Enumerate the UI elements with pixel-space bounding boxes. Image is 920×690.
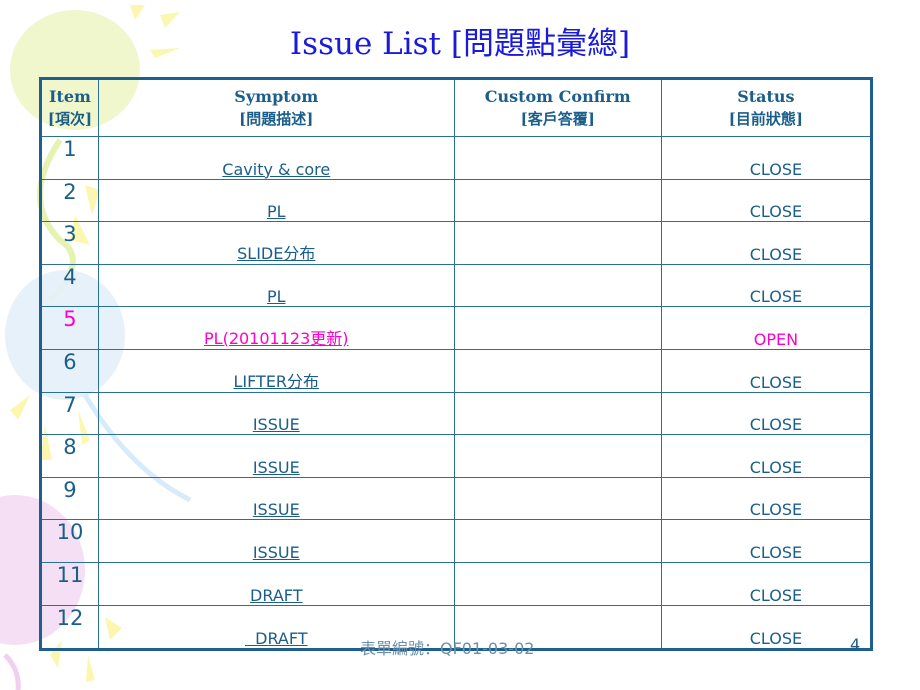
status-cell: CLOSE — [660, 476, 873, 521]
symptom-link[interactable]: ISSUE — [253, 543, 300, 562]
status-cell: CLOSE — [660, 561, 873, 606]
item-number: 8 — [40, 434, 99, 478]
custom-confirm-cell — [453, 434, 662, 478]
status-cell: CLOSE — [660, 604, 873, 651]
symptom-cell: SLIDE分布 — [97, 221, 455, 265]
item-number: 2 — [40, 178, 99, 223]
custom-confirm-cell — [453, 136, 662, 180]
header-symptom: Symptom [問題描述] — [97, 78, 455, 137]
item-number: 7 — [40, 391, 99, 436]
custom-confirm-cell — [453, 348, 662, 393]
table-row: 1 Cavity & core CLOSE — [40, 136, 873, 180]
header-item-sub: [項次] — [47, 110, 93, 128]
status-cell: CLOSE — [660, 221, 873, 265]
symptom-cell: ISSUE — [97, 391, 455, 436]
item-number: 9 — [40, 476, 99, 521]
symptom-link[interactable]: Cavity & core — [222, 160, 330, 179]
status-cell: CLOSE — [660, 263, 873, 308]
symptom-cell: Cavity & core — [97, 136, 455, 180]
header-symptom-sub: [問題描述] — [239, 110, 314, 128]
symptom-cell: ISSUE — [97, 476, 455, 521]
status-cell: CLOSE — [660, 391, 873, 436]
symptom-link[interactable]: LIFTER分布 — [233, 372, 319, 391]
custom-confirm-cell — [453, 561, 662, 606]
item-number: 1 — [40, 136, 99, 180]
table-row: 9 ISSUE CLOSE — [40, 476, 873, 521]
symptom-link[interactable]: PL — [267, 287, 286, 306]
symptom-cell: LIFTER分布 — [97, 348, 455, 393]
symptom-link[interactable]: ISSUE — [253, 458, 300, 477]
status-badge: CLOSE — [749, 585, 803, 605]
item-number: 6 — [40, 348, 99, 393]
page-number: 4 — [850, 635, 861, 654]
header-status-label: Status — [737, 87, 795, 106]
custom-confirm-cell — [453, 476, 662, 521]
symptom-link[interactable]: SLIDE分布 — [237, 244, 315, 263]
custom-confirm-cell — [453, 178, 662, 223]
status-cell: CLOSE — [660, 434, 873, 478]
symptom-cell: PL — [97, 263, 455, 308]
custom-confirm-cell — [453, 221, 662, 265]
symptom-link[interactable]: PL(20101123更新) — [204, 329, 349, 348]
status-badge: CLOSE — [749, 415, 803, 435]
item-number: 5 — [40, 306, 99, 350]
header-item-label: Item — [48, 87, 91, 106]
status-badge: CLOSE — [749, 500, 803, 520]
table-row: 3 SLIDE分布 CLOSE — [40, 221, 873, 265]
custom-confirm-cell — [453, 391, 662, 436]
item-number: 12 — [40, 604, 99, 651]
header-confirm-label: Custom Confirm — [484, 87, 631, 106]
custom-confirm-cell — [453, 263, 662, 308]
header-status: Status [目前狀態] — [660, 78, 873, 137]
table-row: 6 LIFTER分布 CLOSE — [40, 348, 873, 393]
symptom-link[interactable]: ISSUE — [253, 415, 300, 434]
table-header-row: Item [項次] Symptom [問題描述] Custom Confirm [客戶… — [40, 78, 873, 137]
table-row: 4 PL CLOSE — [40, 263, 873, 308]
symptom-link[interactable]: DRAFT — [245, 629, 307, 648]
item-number: 10 — [40, 519, 99, 563]
table-row: 11 DRAFT CLOSE — [40, 561, 873, 606]
form-code: 表單編號：QF01-03-02 — [360, 639, 535, 658]
symptom-cell: ISSUE — [97, 519, 455, 563]
table-row: 2 PL CLOSE — [40, 178, 873, 223]
table-row: 8 ISSUE CLOSE — [40, 434, 873, 478]
symptom-cell: PL(20101123更新) — [97, 306, 455, 350]
status-cell: CLOSE — [660, 348, 873, 393]
status-badge: CLOSE — [749, 457, 803, 477]
header-status-sub: [目前狀態] — [728, 110, 803, 128]
status-cell: CLOSE — [660, 519, 873, 563]
table-row: 7 ISSUE CLOSE — [40, 391, 873, 436]
status-badge: CLOSE — [749, 159, 803, 179]
custom-confirm-cell — [453, 519, 662, 563]
custom-confirm-cell — [453, 306, 662, 350]
item-number: 4 — [40, 263, 99, 308]
issue-table: Item [項次] Symptom [問題描述] Custom Confirm [客戶… — [39, 77, 873, 651]
symptom-cell: ISSUE — [97, 434, 455, 478]
status-badge: CLOSE — [749, 244, 803, 264]
status-badge: CLOSE — [749, 202, 803, 222]
header-item: Item [項次] — [40, 78, 99, 137]
table-row: 5 PL(20101123更新) OPEN — [40, 306, 873, 350]
header-custom-confirm: Custom Confirm [客戶答覆] — [453, 78, 662, 137]
symptom-cell: PL — [97, 178, 455, 223]
status-badge: CLOSE — [749, 629, 803, 648]
item-number: 3 — [40, 221, 99, 265]
status-cell: OPEN — [660, 306, 873, 350]
table-row: 10 ISSUE CLOSE — [40, 519, 873, 563]
status-cell: CLOSE — [660, 178, 873, 223]
symptom-link[interactable]: DRAFT — [250, 586, 302, 605]
page-title: Issue List [問題點彙總] — [289, 26, 631, 62]
symptom-link[interactable]: PL — [267, 202, 286, 221]
status-badge: CLOSE — [749, 542, 803, 562]
symptom-link[interactable]: ISSUE — [253, 500, 300, 519]
status-cell: CLOSE — [660, 136, 873, 180]
symptom-cell: DRAFT — [97, 561, 455, 606]
item-number: 11 — [40, 561, 99, 606]
status-badge: CLOSE — [749, 372, 803, 392]
header-symptom-label: Symptom — [234, 87, 319, 106]
header-confirm-sub: [客戶答覆] — [520, 110, 595, 128]
status-badge: OPEN — [753, 329, 799, 349]
status-badge: CLOSE — [749, 287, 803, 307]
